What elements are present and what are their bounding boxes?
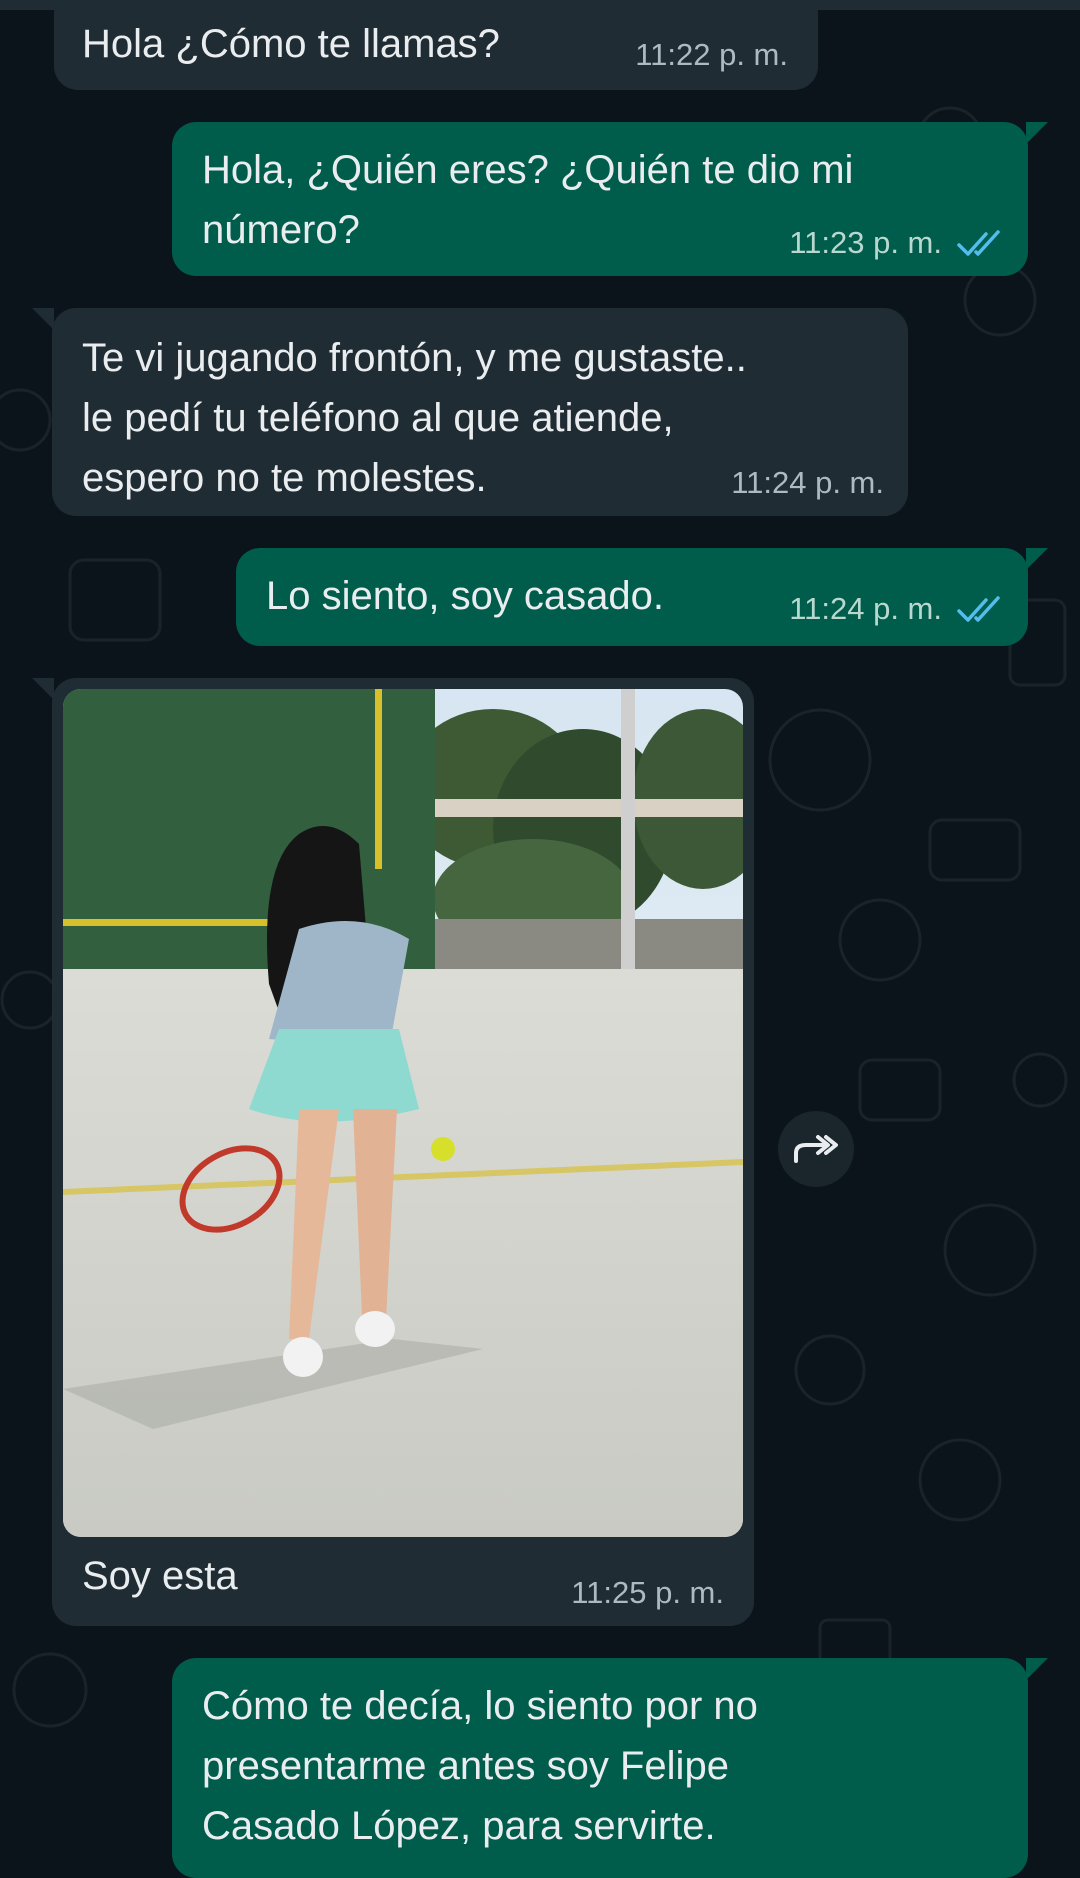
message-meta: 11:24 p. m. <box>731 466 884 500</box>
read-double-check-icon <box>957 596 1000 622</box>
message-meta: 11:23 p. m. <box>789 226 1004 260</box>
message-bubble-outgoing[interactable]: Cómo te decía, lo siento por no presenta… <box>172 1658 1048 1878</box>
bubble-tail <box>32 308 54 330</box>
image-caption: Soy esta <box>82 1554 238 1598</box>
message-bubble-outgoing[interactable]: Lo siento, soy casado. 11:24 p. m. <box>236 548 1048 646</box>
message-time: 11:24 p. m. <box>789 591 942 626</box>
bubble-tail <box>1026 122 1048 144</box>
photo-image <box>63 689 743 1537</box>
message-time: 11:23 p. m. <box>789 225 942 260</box>
message-bubble-incoming[interactable]: Te vi jugando frontón, y me gustaste.. l… <box>32 308 908 516</box>
message-meta: 11:22 p. m. <box>635 38 788 72</box>
message-text: Cómo te decía, lo siento por no presenta… <box>202 1684 758 1848</box>
message-time: 11:24 p. m. <box>731 465 884 500</box>
message-text: Hola ¿Cómo te llamas? <box>82 22 500 66</box>
bubble-tail <box>1026 548 1048 570</box>
read-double-check-icon <box>957 230 1000 256</box>
message-time: 11:22 p. m. <box>635 37 788 72</box>
message-meta: 11:24 p. m. <box>789 592 1004 626</box>
message-text: Lo siento, soy casado. <box>266 574 665 618</box>
bubble-tail <box>32 678 54 700</box>
forward-arrow-icon <box>794 1135 838 1163</box>
message-time: 11:25 p. m. <box>571 1575 724 1610</box>
message-meta: 11:25 p. m. <box>571 1576 724 1610</box>
photo-attachment[interactable] <box>63 689 743 1537</box>
message-text: Te vi jugando frontón, y me gustaste.. l… <box>82 336 747 500</box>
message-bubble-incoming[interactable]: Hola ¿Cómo te llamas? 11:22 p. m. <box>54 0 818 90</box>
message-bubble-outgoing[interactable]: Hola, ¿Quién eres? ¿Quién te dio mi núme… <box>172 122 1048 276</box>
bubble-tail <box>1026 1658 1048 1680</box>
message-bubble-incoming-image[interactable]: Soy esta 11:25 p. m. <box>32 678 754 1626</box>
forward-button[interactable] <box>778 1111 854 1187</box>
message-text: Hola, ¿Quién eres? ¿Quién te dio mi núme… <box>202 148 854 252</box>
